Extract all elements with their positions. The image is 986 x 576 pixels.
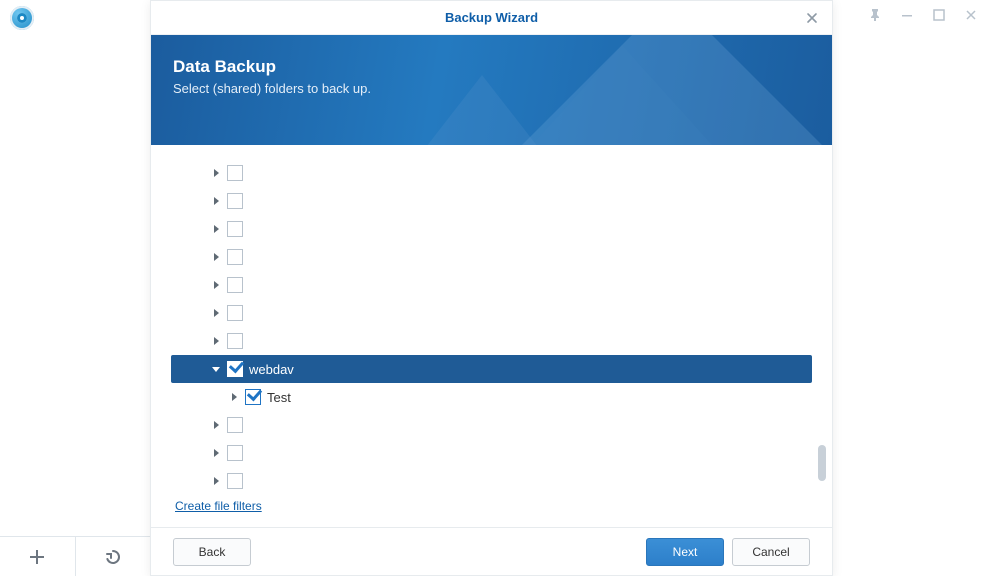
create-file-filters-link[interactable]: Create file filters — [175, 499, 262, 513]
chevron-right-icon[interactable] — [211, 224, 221, 234]
folder-checkbox[interactable] — [227, 473, 243, 489]
chevron-down-icon[interactable] — [211, 364, 221, 374]
folder-checkbox[interactable] — [227, 193, 243, 209]
add-task-button[interactable] — [0, 537, 76, 576]
folder-checkbox[interactable] — [227, 221, 243, 237]
folder-checkbox[interactable] — [227, 277, 243, 293]
minimize-icon[interactable] — [900, 8, 914, 22]
folder-checkbox[interactable] — [227, 305, 243, 321]
back-button[interactable]: Back — [173, 538, 251, 566]
filters-link-row: Create file filters — [151, 491, 832, 527]
tree-row[interactable]: Test — [171, 383, 812, 411]
tree-row[interactable] — [171, 243, 812, 271]
folder-tree-container: webdav Test — [151, 145, 832, 491]
folder-label: Test — [267, 390, 291, 405]
folder-checkbox[interactable] — [227, 361, 243, 377]
scrollbar-thumb[interactable] — [818, 445, 826, 481]
tree-row[interactable] — [171, 187, 812, 215]
dialog-titlebar: Backup Wizard — [151, 1, 832, 35]
chevron-right-icon[interactable] — [211, 168, 221, 178]
chevron-right-icon[interactable] — [211, 420, 221, 430]
dialog-title: Backup Wizard — [445, 10, 538, 25]
tree-row[interactable] — [171, 467, 812, 491]
maximize-icon[interactable] — [932, 8, 946, 22]
chevron-right-icon[interactable] — [211, 196, 221, 206]
wizard-footer: Back Next Cancel — [151, 527, 832, 575]
folder-checkbox[interactable] — [227, 333, 243, 349]
tree-row[interactable] — [171, 215, 812, 243]
folder-tree[interactable]: webdav Test — [151, 145, 832, 491]
folder-checkbox[interactable] — [245, 389, 261, 405]
folder-checkbox[interactable] — [227, 249, 243, 265]
chevron-right-icon[interactable] — [211, 252, 221, 262]
backup-wizard-dialog: Backup Wizard Data Backup Select (shared… — [150, 0, 833, 576]
close-icon[interactable] — [964, 8, 978, 22]
folder-checkbox[interactable] — [227, 417, 243, 433]
tree-row[interactable] — [171, 159, 812, 187]
left-toolbar — [0, 536, 150, 576]
pin-icon[interactable] — [868, 8, 882, 22]
folder-checkbox[interactable] — [227, 445, 243, 461]
dialog-close-button[interactable] — [802, 8, 822, 28]
background-window-controls — [868, 8, 978, 22]
tree-row[interactable] — [171, 271, 812, 299]
chevron-right-icon[interactable] — [211, 448, 221, 458]
folder-label: webdav — [249, 362, 294, 377]
chevron-right-icon[interactable] — [211, 476, 221, 486]
chevron-right-icon[interactable] — [211, 280, 221, 290]
folder-checkbox[interactable] — [227, 165, 243, 181]
wizard-banner: Data Backup Select (shared) folders to b… — [151, 35, 832, 145]
tree-row[interactable] — [171, 411, 812, 439]
chevron-right-icon[interactable] — [211, 308, 221, 318]
next-button[interactable]: Next — [646, 538, 724, 566]
chevron-right-icon[interactable] — [229, 392, 239, 402]
app-icon — [10, 6, 34, 30]
restore-button[interactable] — [76, 537, 151, 576]
cancel-button[interactable]: Cancel — [732, 538, 810, 566]
tree-row[interactable] — [171, 327, 812, 355]
tree-row[interactable] — [171, 439, 812, 467]
chevron-right-icon[interactable] — [211, 336, 221, 346]
tree-row[interactable] — [171, 299, 812, 327]
tree-row[interactable]: webdav — [171, 355, 812, 383]
